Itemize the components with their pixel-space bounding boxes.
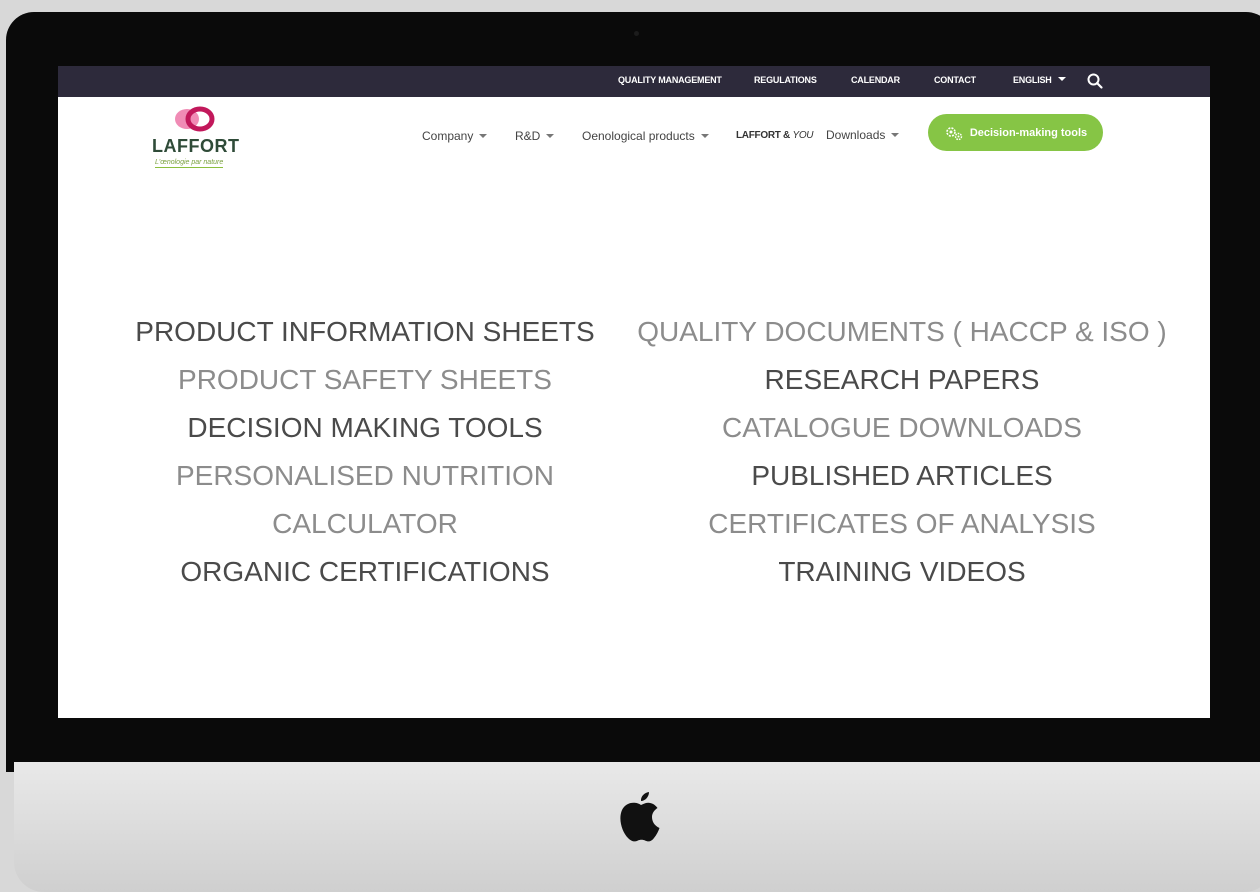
nav-oenological-label: Oenological products [582, 129, 695, 143]
caret-down-icon [1057, 77, 1066, 81]
camera [634, 31, 639, 36]
apple-logo [620, 792, 660, 842]
caret-down-icon [479, 134, 488, 138]
nav-downloads-label: Downloads [826, 128, 886, 142]
language-selector[interactable]: ENGLISH [1013, 75, 1066, 85]
browser-screen: QUALITY MANAGEMENT REGULATIONS CALENDAR … [58, 66, 1210, 718]
topbar-link-contact[interactable]: CONTACT [934, 75, 976, 85]
caret-down-icon [700, 134, 709, 138]
utility-bar: QUALITY MANAGEMENT REGULATIONS CALENDAR … [58, 66, 1210, 97]
logo-wordmark: LAFFORT [152, 136, 240, 156]
link-quality-documents[interactable]: QUALITY DOCUMENTS ( HACCP & ISO ) [622, 314, 1182, 362]
nav-brand-italic: YOU [792, 130, 814, 141]
link-research-papers[interactable]: RESEARCH PAPERS [622, 362, 1182, 410]
link-training-videos[interactable]: TRAINING VIDEOS [622, 554, 1182, 602]
laffort-logo[interactable]: LAFFORT L'œnologie par nature [152, 106, 242, 172]
link-personalised-nutrition[interactable]: PERSONALISED NUTRITION [85, 458, 645, 506]
nav-rnd-label: R&D [515, 129, 541, 143]
nav-rnd[interactable]: R&D [515, 129, 555, 143]
nav-company[interactable]: Company [422, 129, 488, 143]
topbar-link-regulations[interactable]: REGULATIONS [754, 75, 817, 85]
link-product-safety-sheets[interactable]: PRODUCT SAFETY SHEETS [85, 362, 645, 410]
nav-company-label: Company [422, 129, 474, 143]
nav-downloads[interactable]: Downloads [826, 128, 900, 142]
language-label: ENGLISH [1013, 75, 1052, 85]
nav-laffort-and-you[interactable]: LAFFORT & YOU [736, 130, 814, 141]
download-links-right: QUALITY DOCUMENTS ( HACCP & ISO ) RESEAR… [622, 314, 1182, 602]
link-published-articles[interactable]: PUBLISHED ARTICLES [622, 458, 1182, 506]
topbar-link-calendar[interactable]: CALENDAR [851, 75, 900, 85]
link-organic-certifications[interactable]: ORGANIC CERTIFICATIONS [85, 554, 645, 602]
link-certificates-of-analysis[interactable]: CERTIFICATES OF ANALYSIS [622, 506, 1182, 554]
decision-button-label: Decision-making tools [969, 126, 1088, 139]
topbar-link-quality-management[interactable]: QUALITY MANAGEMENT [618, 75, 722, 85]
logo-mark-icon [175, 106, 215, 132]
logo-tagline: L'œnologie par nature [155, 159, 224, 168]
link-product-information-sheets[interactable]: PRODUCT INFORMATION SHEETS [85, 314, 645, 362]
link-calculator[interactable]: CALCULATOR [85, 506, 645, 554]
search-icon[interactable] [1086, 72, 1104, 90]
download-links-left: PRODUCT INFORMATION SHEETS PRODUCT SAFET… [85, 314, 645, 602]
nav-oenological-products[interactable]: Oenological products [582, 129, 709, 143]
caret-down-icon [546, 134, 555, 138]
caret-down-icon [891, 133, 900, 137]
nav-brand-bold: LAFFORT & [736, 130, 790, 141]
decision-making-tools-button[interactable]: Decision-making tools [928, 114, 1103, 151]
link-decision-making-tools[interactable]: DECISION MAKING TOOLS [85, 410, 645, 458]
link-catalogue-downloads[interactable]: CATALOGUE DOWNLOADS [622, 410, 1182, 458]
gears-icon [946, 126, 963, 140]
